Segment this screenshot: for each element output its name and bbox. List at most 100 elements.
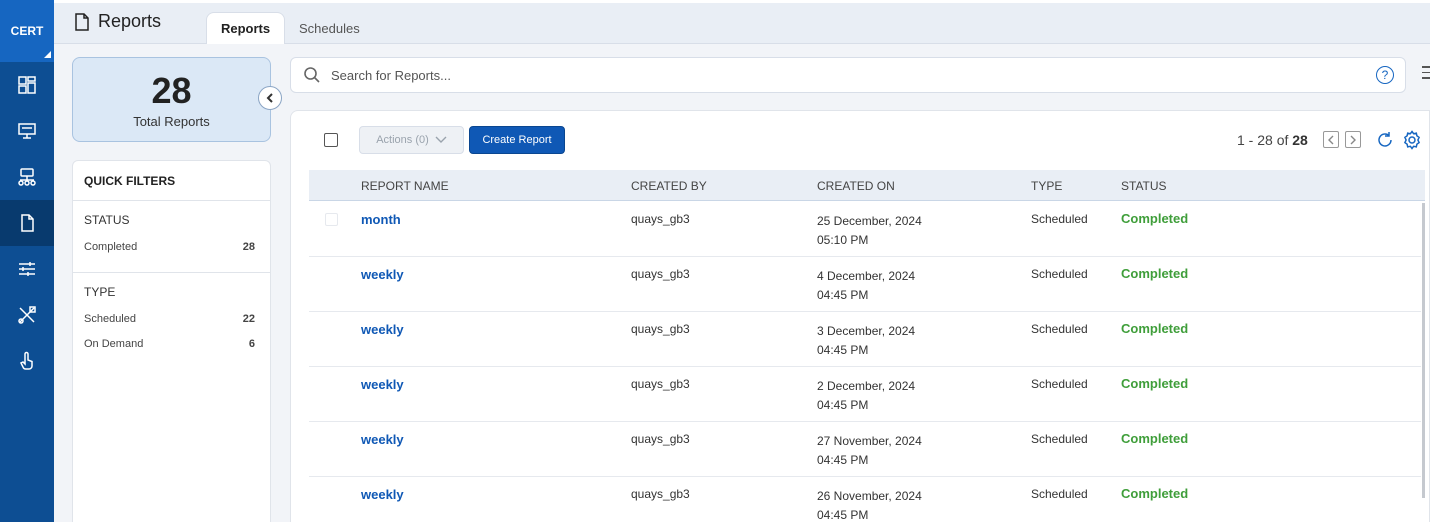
gear-icon <box>1403 130 1421 150</box>
created-by: quays_gb3 <box>631 377 690 391</box>
pagination-range: 1 - 28 of <box>1237 132 1293 148</box>
refresh-icon <box>1378 132 1392 147</box>
hand-pointer-icon <box>19 351 33 370</box>
pagination-summary: 1 - 28 of 28 <box>1237 132 1308 148</box>
column-type[interactable]: TYPE <box>1031 179 1062 193</box>
actions-dropdown[interactable]: Actions (0) <box>359 126 464 154</box>
nav-item-configuration[interactable] <box>0 246 54 292</box>
report-icon <box>21 214 34 232</box>
list-view-icon[interactable] <box>1422 66 1430 82</box>
created-by: quays_gb3 <box>631 322 690 336</box>
brand-switcher[interactable]: CERT <box>0 0 54 62</box>
prev-page-button[interactable] <box>1323 131 1339 148</box>
total-reports-card: 28 Total Reports <box>72 57 271 142</box>
sliders-icon <box>19 262 35 276</box>
filter-count: 28 <box>242 241 255 253</box>
table-row[interactable]: weekly quays_gb3 3 December, 2024 04:45 P… <box>309 312 1421 367</box>
created-on: 27 November, 2024 04:45 PM <box>817 432 922 470</box>
chevron-left-icon <box>1328 135 1334 144</box>
status-badge: Completed <box>1121 211 1189 226</box>
brand-corner-icon <box>44 51 51 58</box>
created-time: 05:10 PM <box>817 233 869 247</box>
report-type: Scheduled <box>1031 212 1088 226</box>
total-reports-label: Total Reports <box>133 114 210 129</box>
nav-item-tools[interactable] <box>0 292 54 338</box>
status-badge: Completed <box>1121 431 1189 446</box>
status-badge: Completed <box>1121 321 1189 336</box>
report-type: Scheduled <box>1031 377 1088 391</box>
tab-schedules[interactable]: Schedules <box>285 12 374 44</box>
collapse-sidebar-button[interactable] <box>258 86 282 110</box>
report-name-link[interactable]: weekly <box>361 267 404 282</box>
chevron-left-icon <box>266 93 273 103</box>
tab-reports-label: Reports <box>221 21 271 36</box>
report-name-link[interactable]: weekly <box>361 432 404 447</box>
search-input[interactable] <box>331 67 1331 83</box>
created-on: 2 December, 2024 04:45 PM <box>817 377 915 415</box>
filter-type-scheduled[interactable]: Scheduled 22 <box>84 313 259 325</box>
table-row[interactable]: weekly quays_gb3 2 December, 2024 04:45 P… <box>309 367 1421 422</box>
create-report-button[interactable]: Create Report <box>469 126 565 154</box>
document-icon <box>75 12 89 31</box>
settings-button[interactable] <box>1402 130 1422 150</box>
column-report-name[interactable]: REPORT NAME <box>361 179 449 193</box>
column-created-on[interactable]: CREATED ON <box>817 179 895 193</box>
filter-label: Scheduled <box>84 313 136 325</box>
column-created-by[interactable]: CREATED BY <box>631 179 707 193</box>
created-date: 4 December, 2024 <box>817 269 916 283</box>
table-row[interactable]: weekly quays_gb3 26 November, 2024 04:45 … <box>309 477 1421 522</box>
column-status[interactable]: STATUS <box>1121 179 1167 193</box>
status-badge: Completed <box>1121 376 1189 391</box>
refresh-button[interactable] <box>1375 130 1395 150</box>
select-all-checkbox[interactable] <box>324 133 338 147</box>
nav-item-monitor[interactable] <box>0 108 54 154</box>
report-name-link[interactable]: weekly <box>361 377 404 392</box>
status-filter-section: STATUS Completed 28 <box>73 201 270 273</box>
search-bar: ? <box>290 57 1406 93</box>
tab-schedules-label: Schedules <box>299 20 360 36</box>
table-scrollbar[interactable] <box>1422 203 1425 498</box>
filter-type-on-demand[interactable]: On Demand 6 <box>84 338 259 350</box>
created-time: 04:45 PM <box>817 453 869 467</box>
dashboard-icon <box>18 76 36 94</box>
search-icon <box>304 67 320 83</box>
report-type: Scheduled <box>1031 432 1088 446</box>
nav-item-actions[interactable] <box>0 338 54 384</box>
created-by: quays_gb3 <box>631 487 690 501</box>
table-row[interactable]: weekly quays_gb3 27 November, 2024 04:45 … <box>309 422 1421 477</box>
report-name-link[interactable]: weekly <box>361 322 404 337</box>
table-row[interactable]: month quays_gb3 25 December, 2024 05:10 P… <box>309 202 1421 257</box>
left-nav: CERT <box>0 0 54 522</box>
status-filter-heading: STATUS <box>84 213 130 227</box>
row-checkbox[interactable] <box>325 213 338 226</box>
report-name-link[interactable]: weekly <box>361 487 404 502</box>
table-row[interactable]: weekly quays_gb3 4 December, 2024 04:45 P… <box>309 257 1421 312</box>
page-title-text: Reports <box>98 11 162 31</box>
created-date: 25 December, 2024 <box>817 214 922 228</box>
monitor-icon <box>18 123 36 139</box>
report-name-link[interactable]: month <box>361 212 401 227</box>
created-date: 27 November, 2024 <box>817 434 922 448</box>
quick-filters-panel: QUICK FILTERS STATUS Completed 28 TYPE S… <box>72 160 271 522</box>
created-date: 2 December, 2024 <box>817 379 916 393</box>
status-badge: Completed <box>1121 486 1189 501</box>
created-on: 25 December, 2024 05:10 PM <box>817 212 922 250</box>
tab-reports[interactable]: Reports <box>206 12 286 44</box>
filter-status-completed[interactable]: Completed 28 <box>84 241 259 253</box>
created-by: quays_gb3 <box>631 267 690 281</box>
nav-item-dashboard[interactable] <box>0 62 54 108</box>
help-icon[interactable]: ? <box>1376 66 1394 84</box>
created-on: 3 December, 2024 04:45 PM <box>817 322 915 360</box>
created-time: 04:45 PM <box>817 398 869 412</box>
next-page-button[interactable] <box>1345 131 1361 148</box>
page-header: Reports Reports Schedules <box>54 0 1430 44</box>
nav-item-network[interactable] <box>0 154 54 200</box>
created-time: 04:45 PM <box>817 343 869 357</box>
pagination-total: 28 <box>1292 132 1308 148</box>
nav-item-reports[interactable] <box>0 200 54 246</box>
report-type: Scheduled <box>1031 322 1088 336</box>
type-filter-heading: TYPE <box>84 285 116 299</box>
filter-count: 22 <box>242 313 255 325</box>
network-icon <box>18 168 36 186</box>
report-type: Scheduled <box>1031 487 1088 501</box>
